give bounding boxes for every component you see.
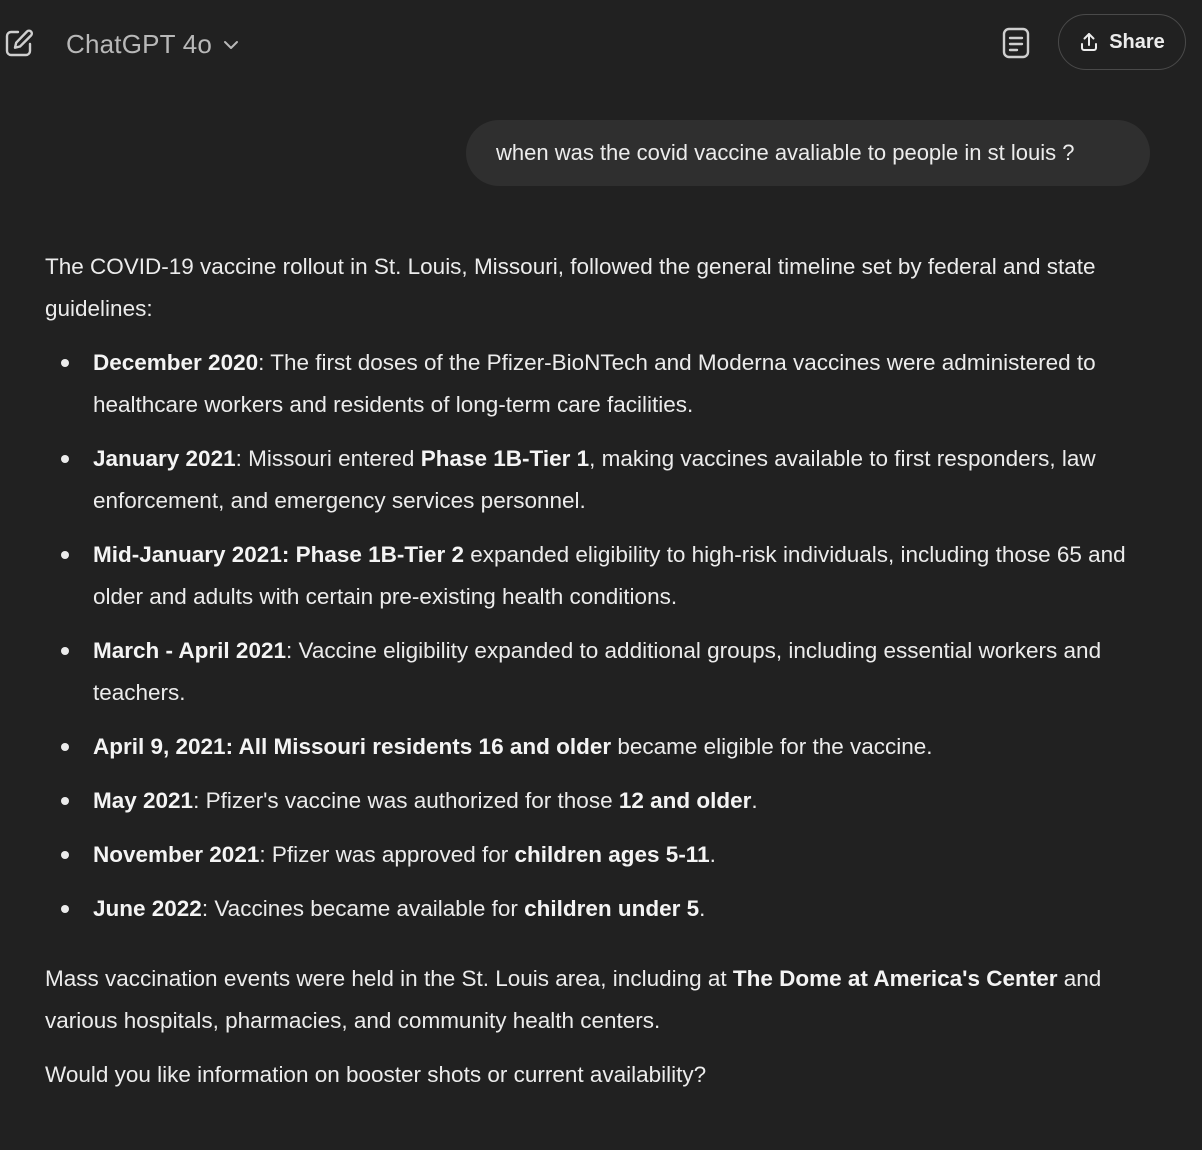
- top-bar: ChatGPT 4o Share: [0, 0, 1202, 88]
- share-button[interactable]: Share: [1058, 14, 1186, 70]
- timeline-item: December 2020: The first doses of the Pf…: [45, 342, 1165, 426]
- user-message-bubble: when was the covid vaccine avaliable to …: [466, 120, 1150, 186]
- timeline-item: Mid-January 2021: Phase 1B-Tier 2 expand…: [45, 534, 1165, 618]
- timeline-item: January 2021: Missouri entered Phase 1B-…: [45, 438, 1165, 522]
- model-name: ChatGPT 4o: [66, 28, 213, 59]
- assistant-closing-paragraph: Mass vaccination events were held in the…: [45, 966, 1102, 1033]
- timeline-date: January 2021: [93, 446, 236, 471]
- timeline-item: November 2021: Pfizer was approved for c…: [45, 834, 1165, 876]
- assistant-message: The COVID-19 vaccine rollout in St. Loui…: [45, 246, 1165, 1096]
- assistant-follow-up-question: Would you like information on booster sh…: [45, 1062, 707, 1087]
- timeline-item: June 2022: Vaccines became available for…: [45, 888, 1165, 930]
- timeline-date: Mid-January 2021: [93, 542, 282, 567]
- timeline-date: June 2022: [93, 896, 202, 921]
- timeline-date: May 2021: [93, 788, 194, 813]
- user-message-text: when was the covid vaccine avaliable to …: [496, 140, 1075, 165]
- assistant-intro: The COVID-19 vaccine rollout in St. Loui…: [45, 254, 1096, 321]
- share-label: Share: [1109, 30, 1165, 53]
- timeline-item: March - April 2021: Vaccine eligibility …: [45, 630, 1165, 714]
- model-selector[interactable]: ChatGPT 4o: [66, 26, 240, 62]
- timeline-list: December 2020: The first doses of the Pf…: [45, 342, 1165, 930]
- timeline-date: December 2020: [93, 350, 259, 375]
- upload-icon: [1079, 32, 1099, 52]
- edit-pencil-icon[interactable]: [4, 28, 34, 58]
- document-icon[interactable]: [1000, 26, 1032, 60]
- timeline-item: April 9, 2021: All Missouri residents 16…: [45, 726, 1165, 768]
- timeline-item: May 2021: Pfizer's vaccine was authorize…: [45, 780, 1165, 822]
- timeline-date: March - April 2021: [93, 638, 286, 663]
- timeline-date: April 9, 2021: [93, 734, 226, 759]
- timeline-date: November 2021: [93, 842, 260, 867]
- chevron-down-icon: [222, 36, 240, 54]
